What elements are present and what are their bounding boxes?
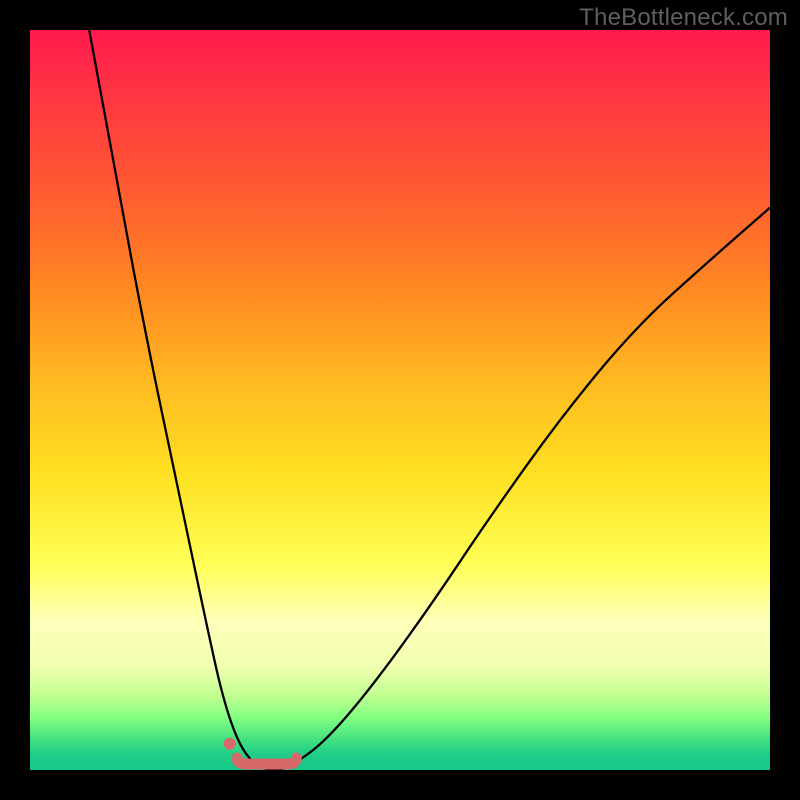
bottleneck-curve	[89, 30, 770, 770]
highlight-range	[237, 758, 296, 764]
highlight-dot	[224, 738, 236, 750]
plot-area	[30, 30, 770, 770]
chart-canvas: TheBottleneck.com	[0, 0, 800, 800]
watermark-text: TheBottleneck.com	[579, 4, 788, 32]
curve-layer	[30, 30, 770, 770]
